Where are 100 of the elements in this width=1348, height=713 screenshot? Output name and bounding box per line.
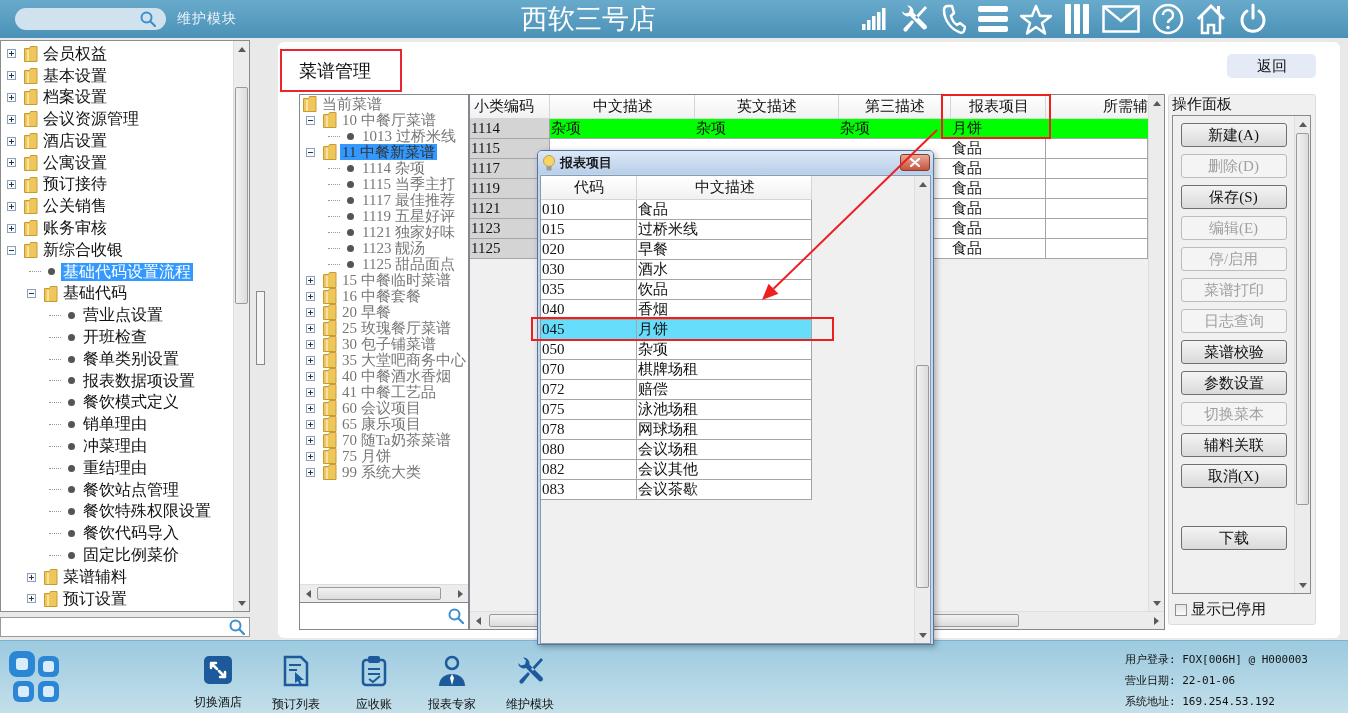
scrollbar-thumb[interactable] [1296,133,1309,505]
shortcut-button[interactable]: 报表专家 [413,641,491,713]
expand-icon[interactable] [305,451,315,461]
expand-icon[interactable] [305,387,315,397]
tree-item[interactable]: 会议资源管理 [41,110,141,129]
collapse-icon[interactable] [26,289,36,299]
arrow-down-icon[interactable] [919,632,927,638]
panel-button[interactable]: 辅料关联 [1180,433,1287,457]
shortcut-button[interactable]: 切换酒店 [179,641,257,713]
scrollbar-thumb[interactable] [317,587,441,600]
tree-item[interactable]: 开班检查 [81,328,149,347]
scrollbar[interactable] [1294,116,1310,593]
mail-icon[interactable] [1102,5,1140,33]
expand-icon[interactable] [6,136,16,146]
column-header[interactable]: 小类编码 [470,95,550,119]
tree-item[interactable]: 70 随Ta奶茶菜谱 [340,432,453,448]
shortcut-button[interactable]: 维护模块 [491,641,569,713]
back-button[interactable]: 返回 [1227,54,1316,78]
tree-item[interactable]: 1117 最佳推荐 [360,192,457,208]
person-icon[interactable] [437,655,467,687]
expand-icon[interactable] [305,355,315,365]
list-row[interactable]: 015 过桥米线 [541,220,812,240]
clipboard-icon[interactable] [360,655,388,687]
tree-item[interactable]: 账务审核 [41,219,109,238]
arrow-left-icon[interactable] [475,616,481,625]
search-icon[interactable] [140,11,156,27]
tree-item[interactable]: 冲菜理由 [81,437,149,456]
tree-item[interactable]: 报表数据项设置 [81,371,197,391]
list-row[interactable]: 082 会议其他 [541,460,812,480]
app-logo-icon[interactable] [8,650,60,704]
tree-item[interactable]: 1013 过桥米线 [360,128,458,144]
menu-icon[interactable] [978,5,1008,33]
tree-item[interactable]: 40 中餐酒水香烟 [340,368,453,384]
expand-icon[interactable] [305,291,315,301]
phone-icon[interactable] [942,4,966,34]
shortcut-button[interactable]: 预订列表 [257,641,335,713]
tree-item[interactable]: 新综合收银 [41,240,125,260]
column-header[interactable]: 中文描述 [550,95,695,119]
expand-icon[interactable] [26,594,36,604]
checkbox-label[interactable]: 显示已停用 [1191,600,1266,619]
panel-button[interactable]: 下载 [1180,526,1287,550]
list-row[interactable]: 075 泳池场租 [541,400,812,420]
arrow-up-icon[interactable] [238,46,246,52]
tree-item[interactable]: 餐饮站点管理 [81,480,181,500]
expand-icon[interactable] [305,275,315,285]
tree-item[interactable]: 10 中餐厅菜谱 [340,112,438,128]
expand-arrows-icon[interactable] [203,655,233,685]
panel-button[interactable]: 新建(A) [1180,123,1287,147]
scrollbar[interactable] [300,584,468,602]
expand-icon[interactable] [6,180,16,190]
column-header[interactable]: 第三描述 [839,95,951,119]
tree-item[interactable]: 营业点设置 [81,306,165,325]
list-row[interactable]: 045 月饼 [541,320,812,340]
expand-icon[interactable] [305,323,315,333]
tree-item[interactable]: 16 中餐套餐 [340,288,423,304]
table-row[interactable]: 1114 杂项 杂项 杂项 月饼 [470,119,1148,139]
signal-icon[interactable] [862,8,886,30]
shortcut-button[interactable]: 应收账 [335,641,413,713]
tree-item[interactable]: 1115 当季主打 [360,176,457,192]
list-row[interactable]: 040 香烟 [541,300,812,320]
tree-item[interactable]: 1114 杂项 [360,160,427,176]
expand-icon[interactable] [26,572,36,582]
tree-item[interactable]: 1125 甜品面点 [360,256,458,272]
tree-item[interactable]: 酒店设置 [41,131,109,151]
list-row[interactable]: 010 食品 [541,200,812,220]
expand-icon[interactable] [305,467,315,477]
collapse-icon[interactable] [305,147,315,157]
tree-item[interactable]: 会员权益 [41,44,109,64]
tree-item[interactable]: 餐饮模式定义 [81,393,181,412]
tree-item[interactable]: 餐单类别设置 [81,349,181,369]
tree-item[interactable]: 公寓设置 [41,153,109,173]
expand-icon[interactable] [6,158,16,168]
column-header[interactable]: 中文描述 [637,176,812,200]
tree-item[interactable]: 餐饮特殊权限设置 [81,502,213,521]
search-field[interactable] [299,603,469,630]
column-header[interactable]: 所需辅 [1046,95,1148,119]
tree-item[interactable]: 60 会议项目 [340,400,423,416]
scrollbar[interactable] [914,176,930,643]
tree-item[interactable]: 预订接待 [41,175,109,194]
scrollbar[interactable] [233,41,249,611]
list-row[interactable]: 078 网球场租 [541,420,812,440]
expand-icon[interactable] [305,339,315,349]
expand-icon[interactable] [305,419,315,429]
tree-item[interactable]: 公关销售 [41,197,109,216]
document-icon[interactable] [282,655,310,687]
tree-item[interactable]: 30 包子铺菜谱 [340,336,438,352]
tree-item[interactable]: 销单理由 [81,415,149,434]
tree-item[interactable]: 1119 五星好评 [360,208,457,224]
tree-item[interactable]: 1123 靓汤 [360,240,428,256]
list-row[interactable]: 035 饮品 [541,280,812,300]
arrow-up-icon[interactable] [1153,100,1161,106]
tree-item[interactable]: 20 早餐 [340,304,393,320]
arrow-up-icon[interactable] [1299,121,1307,127]
tree-item[interactable]: 1121 独家好味 [360,224,458,240]
tree-item[interactable]: 固定比例菜价 [81,546,181,565]
close-button[interactable] [900,154,930,171]
tree-item[interactable]: 99 系统大类 [340,464,423,480]
scrollbar-thumb[interactable] [235,87,248,304]
list-row[interactable]: 030 酒水 [541,260,812,280]
columns-icon[interactable] [1064,4,1090,34]
